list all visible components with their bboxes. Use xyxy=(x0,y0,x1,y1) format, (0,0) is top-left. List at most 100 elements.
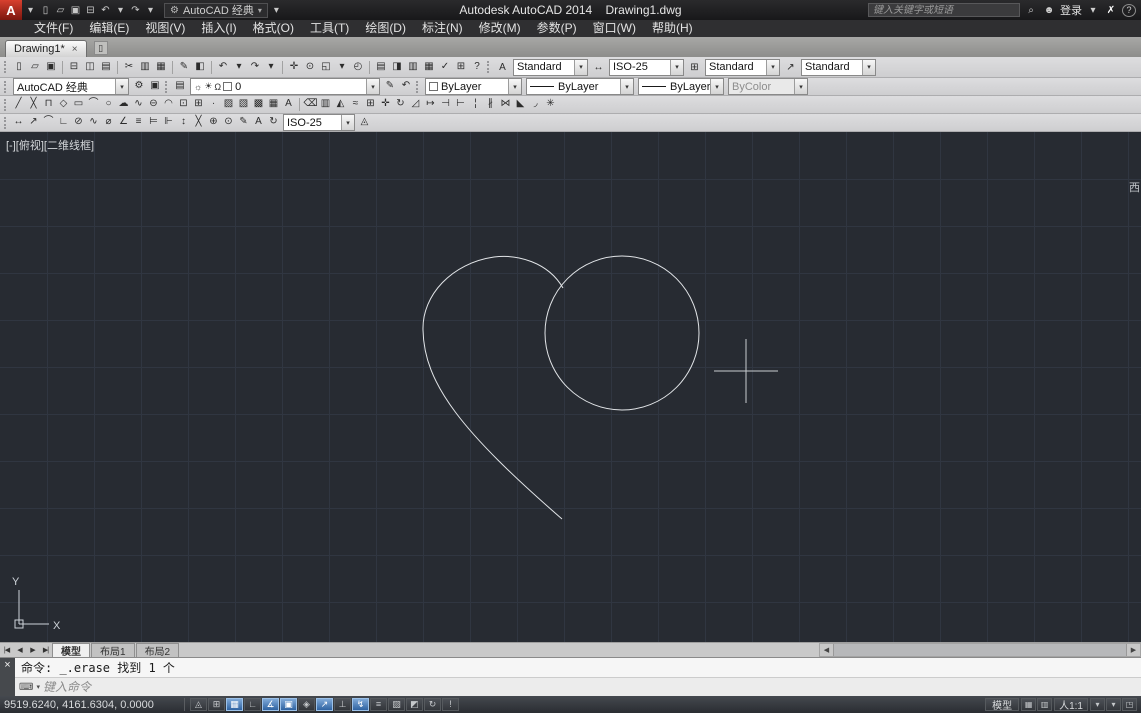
toolbar-grip[interactable] xyxy=(4,61,7,73)
drawing-area[interactable]: YX [-][俯视][二维线框] 西 xyxy=(0,132,1141,642)
tool-help-icon[interactable]: ? xyxy=(469,60,485,75)
tool-array-icon[interactable]: ⊞ xyxy=(363,97,378,112)
text-style-combo[interactable]: Standard ▾ xyxy=(513,58,588,76)
layout-nav-previous-icon[interactable]: ◀ xyxy=(13,644,26,656)
tool-quickcalc-icon[interactable]: ⊞ xyxy=(453,60,469,75)
entity-heart-right-circle[interactable] xyxy=(544,255,700,411)
tool-extend-icon[interactable]: ⊢ xyxy=(453,97,468,112)
menu-edit[interactable]: 编辑(E) xyxy=(81,20,137,37)
layout-nav-last-icon[interactable]: ▶| xyxy=(39,644,52,656)
scroll-left-icon[interactable]: ◀ xyxy=(820,644,833,656)
coordinates-display[interactable]: 9519.6240, 4161.6304, 0.0000 xyxy=(4,699,182,711)
tool-block-editor-icon[interactable]: ◧ xyxy=(192,60,208,75)
search-icon[interactable]: ⌕ xyxy=(1024,3,1038,17)
tool-tolerance-icon[interactable]: ⊕ xyxy=(206,115,221,130)
command-close-icon[interactable]: × xyxy=(4,660,10,671)
tool-dimension-edit-icon[interactable]: ✎ xyxy=(236,115,251,130)
menu-draw[interactable]: 绘图(D) xyxy=(357,20,414,37)
tab-close-icon[interactable]: × xyxy=(72,44,78,55)
status-quick-view-layouts-icon[interactable]: ▦ xyxy=(1021,698,1037,711)
table-style-combo[interactable]: Standard ▾ xyxy=(705,58,780,76)
layout-tab-layout2[interactable]: 布局2 xyxy=(135,643,180,658)
tool-zoom-realtime-icon[interactable]: ⊙ xyxy=(302,60,318,75)
toolbar-grip[interactable] xyxy=(4,98,7,111)
chevron-down-icon[interactable]: ▾ xyxy=(710,79,723,94)
tool-continue-dimension-icon[interactable]: ⊩ xyxy=(161,115,176,130)
tool-chamfer-icon[interactable]: ◣ xyxy=(513,97,528,112)
tool-ellipse-icon[interactable]: ⊖ xyxy=(146,97,161,112)
command-history[interactable]: 命令: _.erase 找到 1 个 xyxy=(15,658,1141,678)
qat-undo-list-icon[interactable]: ▾ xyxy=(113,2,128,18)
chevron-down-icon[interactable]: ▾ xyxy=(341,115,354,130)
status-toggle-polar-tracking-icon[interactable]: ∡ xyxy=(262,698,279,711)
chevron-down-icon[interactable]: ▾ xyxy=(862,59,875,75)
menu-modify[interactable]: 修改(M) xyxy=(471,20,529,37)
object-color-combo[interactable]: ByLayer ▾ xyxy=(425,78,522,95)
tool-center-mark-icon[interactable]: ⊙ xyxy=(221,115,236,130)
layout-tab-layout1[interactable]: 布局1 xyxy=(91,643,135,658)
qat-redo-icon[interactable]: ↷ xyxy=(128,2,143,18)
tool-trim-icon[interactable]: ⊣ xyxy=(438,97,453,112)
tool-tool-palettes-icon[interactable]: ▥ xyxy=(405,60,421,75)
layer-state-layer-freeze-icon[interactable]: ☀ xyxy=(204,81,212,92)
status-toggle-3d-object-snap-icon[interactable]: ◈ xyxy=(298,698,315,711)
layout-tab-model[interactable]: 模型 xyxy=(52,643,90,658)
viewport-controls[interactable]: [-][俯视][二维线框] xyxy=(6,137,94,153)
status-statusbar-menu-icon[interactable]: ▾ xyxy=(1106,698,1121,711)
workspace-combo-titlebar[interactable]: ⚙ AutoCAD 经典 ▾ xyxy=(164,2,268,18)
linetype-combo[interactable]: ByLayer ▾ xyxy=(526,78,634,95)
status-toggle-object-snap-tracking-icon[interactable]: ↗ xyxy=(316,698,333,711)
tool-multiline-text-icon[interactable]: A xyxy=(281,97,296,112)
chevron-down-icon[interactable]: ▾ xyxy=(115,79,128,94)
model-space-button[interactable]: 模型 xyxy=(985,698,1020,712)
tool-move-icon[interactable]: ✛ xyxy=(378,97,393,112)
sign-in-dropdown-icon[interactable]: ▾ xyxy=(1086,3,1100,17)
tool-offset-icon[interactable]: ≈ xyxy=(348,97,363,112)
dim-style-combo-toolbar[interactable]: ISO-25 ▾ xyxy=(283,114,355,131)
tool-polygon-icon[interactable]: ◇ xyxy=(56,97,71,112)
tool-undo-list-icon[interactable]: ▾ xyxy=(231,60,247,75)
status-quick-view-drawings-icon[interactable]: ▥ xyxy=(1037,698,1053,711)
tool-aligned-dimension-icon[interactable]: ↗ xyxy=(26,115,41,130)
tool-hatch-icon[interactable]: ▨ xyxy=(221,97,236,112)
lineweight-combo[interactable]: ByLayer ▾ xyxy=(638,78,724,95)
tool-save-icon[interactable]: ▣ xyxy=(43,60,59,75)
tool-radius-dimension-icon[interactable]: ⊘ xyxy=(71,115,86,130)
entity-heart-outline[interactable] xyxy=(422,255,564,520)
tool-dimension-update-icon[interactable]: ↻ xyxy=(266,115,281,130)
status-toggle-dynamic-input-icon[interactable]: ↯ xyxy=(352,698,369,711)
qat-undo-icon[interactable]: ↶ xyxy=(98,2,113,18)
tool-dimension-style-manager-icon[interactable]: ◬ xyxy=(357,115,372,130)
menu-help[interactable]: 帮助(H) xyxy=(644,20,701,37)
tool-plot-icon[interactable]: ⊟ xyxy=(66,60,82,75)
tool-sheet-set-manager-icon[interactable]: ▦ xyxy=(421,60,437,75)
tool-workspace-settings-icon[interactable]: ⚙ xyxy=(131,79,147,94)
status-clean-screen-icon[interactable]: ◳ xyxy=(1122,698,1137,711)
tool-rotate-icon[interactable]: ↻ xyxy=(393,97,408,112)
tool-revision-cloud-icon[interactable]: ☁ xyxy=(116,97,131,112)
dimension-style-icon[interactable]: ↔ xyxy=(590,60,607,75)
app-logo-button[interactable]: A xyxy=(0,0,22,20)
tool-arc-icon[interactable]: ⌒ xyxy=(86,97,101,112)
layout-nav-next-icon[interactable]: ▶ xyxy=(26,644,39,656)
table-style-icon[interactable]: ⊞ xyxy=(686,60,703,75)
tool-copy-icon[interactable]: ▥ xyxy=(318,97,333,112)
tool-join-icon[interactable]: ⋈ xyxy=(498,97,513,112)
new-drawing-tab-button[interactable]: ▯ xyxy=(93,41,108,55)
tool-dimension-text-edit-icon[interactable]: A xyxy=(251,115,266,130)
tool-angular-dimension-icon[interactable]: ∠ xyxy=(116,115,131,130)
tool-linear-dimension-icon[interactable]: ↔ xyxy=(11,115,26,130)
chevron-down-icon[interactable]: ▾ xyxy=(670,59,683,75)
help-icon[interactable]: ? xyxy=(1122,3,1136,17)
tool-cut-icon[interactable]: ✂ xyxy=(121,60,137,75)
user-icon[interactable]: ☻ xyxy=(1042,3,1056,17)
tool-table-icon[interactable]: ▦ xyxy=(266,97,281,112)
tool-open-icon[interactable]: ▱ xyxy=(27,60,43,75)
tool-copy-clip-icon[interactable]: ▥ xyxy=(137,60,153,75)
scrollbar-thumb[interactable] xyxy=(833,644,1127,656)
menu-insert[interactable]: 插入(I) xyxy=(193,20,244,37)
status-toggle-dynamic-ucs-icon[interactable]: ⊥ xyxy=(334,698,351,711)
menu-file[interactable]: 文件(F) xyxy=(26,20,81,37)
exchange-apps-icon[interactable]: ✗ xyxy=(1104,3,1118,17)
tool-fillet-icon[interactable]: ◞ xyxy=(528,97,543,112)
